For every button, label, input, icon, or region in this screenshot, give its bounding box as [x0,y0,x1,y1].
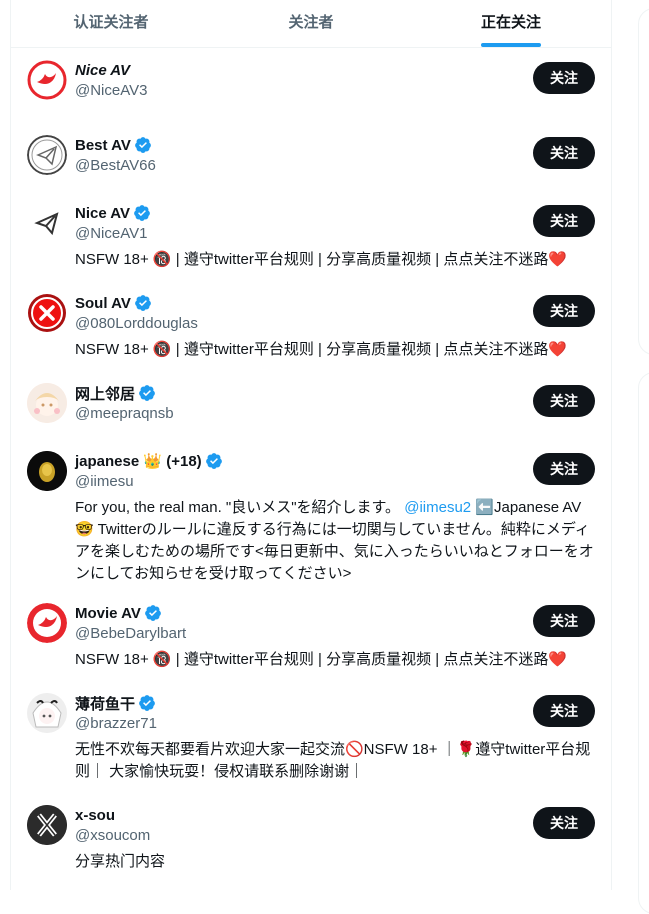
user-handle[interactable]: @BebeDarylbart [75,623,595,645]
verified-badge-icon [139,385,155,401]
user-cell[interactable]: Nice AV @NiceAV1 NSFW 18+ 🔞 | 遵守twitter平… [11,191,611,281]
tab-label: 正在关注 [480,14,541,31]
user-name[interactable]: 薄荷鱼干 [75,693,135,714]
user-cell[interactable]: Soul AV @080Lorddouglas NSFW 18+ 🔞 | 遵守t… [11,281,611,371]
avatar[interactable] [27,603,67,643]
user-bio: NSFW 18+ 🔞 | 遵守twitter平台规则 | 分享高质量视频 | 点… [75,251,567,268]
sidebar-card [638,372,649,914]
verified-badge-icon [205,453,222,469]
follow-button[interactable]: 关注 [533,605,595,637]
user-name[interactable]: japanese 👑 (+18) [75,452,202,470]
verified-badge-icon [134,205,150,221]
tab-verified-followers[interactable]: 认证关注者 [11,0,211,47]
avatar[interactable] [27,383,67,423]
bio-mention-link[interactable]: @iimesu2 [404,499,471,516]
active-tab-indicator [481,43,541,47]
user-cell[interactable]: Nice AV @NiceAV3 关注 [11,48,611,123]
user-name[interactable]: x-sou [75,807,115,824]
follow-button[interactable]: 关注 [533,205,595,237]
verified-badge-icon [144,605,161,621]
avatar[interactable] [27,135,67,175]
right-sidebar-edge [638,0,649,914]
user-cell[interactable]: Movie AV @BebeDarylbart NSFW 18+ 🔞 | 遵守t… [11,591,611,681]
user-bio: 无性不欢每天都要看片欢迎大家一起交流🚫NSFW 18+ ｜🌹遵守twitter平… [75,741,591,780]
sidebar-card [638,8,649,355]
avatar[interactable] [27,693,67,733]
user-cell[interactable]: japanese 👑 (+18) @iimesu For you, the re… [11,439,611,591]
user-cell[interactable]: 薄荷鱼干 @brazzer71 无性不欢每天都要看片欢迎大家一起交流🚫NSFW … [11,681,611,793]
user-cell[interactable]: 网上邻居 @meepraqnsb 关注 [11,371,611,439]
follow-button[interactable]: 关注 [533,295,595,327]
avatar[interactable] [27,805,67,845]
follow-button[interactable]: 关注 [533,695,595,727]
verified-badge-icon [134,295,151,311]
following-panel: 认证关注者 关注者 正在关注 Nice AV @NiceAV3 关注 Best … [10,0,612,890]
follow-button[interactable]: 关注 [533,137,595,169]
verified-badge-icon [134,137,151,153]
user-handle[interactable]: @brazzer71 [75,713,595,735]
user-handle[interactable]: @iimesu [75,471,595,493]
verified-badge-icon [139,695,155,711]
user-name[interactable]: Soul AV [75,295,131,312]
user-handle[interactable]: @NiceAV3 [75,80,595,102]
user-name[interactable]: Nice AV [75,205,130,222]
user-bio: For you, the real man. "良いメス"を紹介します。 @ii… [75,497,595,585]
user-cell[interactable]: Best AV @BestAV66 关注 [11,123,611,191]
user-handle[interactable]: @xsoucom [75,825,595,847]
user-handle[interactable]: @080Lorddouglas [75,313,595,335]
bio-text: For you, the real man. "良いメス"を紹介します。 [75,499,405,516]
user-name[interactable]: Movie AV [75,605,141,622]
user-list: Nice AV @NiceAV3 关注 Best AV @BestAV66 关注 [11,48,611,883]
tab-label: 认证关注者 [73,14,149,31]
avatar[interactable] [27,60,67,100]
tab-bar: 认证关注者 关注者 正在关注 [11,0,611,48]
user-handle[interactable]: @NiceAV1 [75,223,595,245]
tab-label: 关注者 [288,14,334,31]
user-bio: NSFW 18+ 🔞 | 遵守twitter平台规则 | 分享高质量视频 | 点… [75,341,567,358]
avatar[interactable] [27,451,67,491]
tab-following[interactable]: 正在关注 [411,0,611,47]
user-cell[interactable]: x-sou @xsoucom 分享热门内容 关注 [11,793,611,883]
user-handle[interactable]: @BestAV66 [75,155,595,177]
user-bio: NSFW 18+ 🔞 | 遵守twitter平台规则 | 分享高质量视频 | 点… [75,651,567,668]
avatar[interactable] [27,203,67,243]
user-name[interactable]: Best AV [75,137,131,154]
follow-button[interactable]: 关注 [533,807,595,839]
tab-followers[interactable]: 关注者 [211,0,411,47]
avatar[interactable] [27,293,67,333]
follow-button[interactable]: 关注 [533,453,595,485]
follow-button[interactable]: 关注 [533,62,595,94]
follow-button[interactable]: 关注 [533,385,595,417]
user-name[interactable]: Nice AV [75,62,130,79]
user-name[interactable]: 网上邻居 [75,383,135,404]
user-handle[interactable]: @meepraqnsb [75,403,595,425]
user-bio: 分享热门内容 [75,853,166,870]
